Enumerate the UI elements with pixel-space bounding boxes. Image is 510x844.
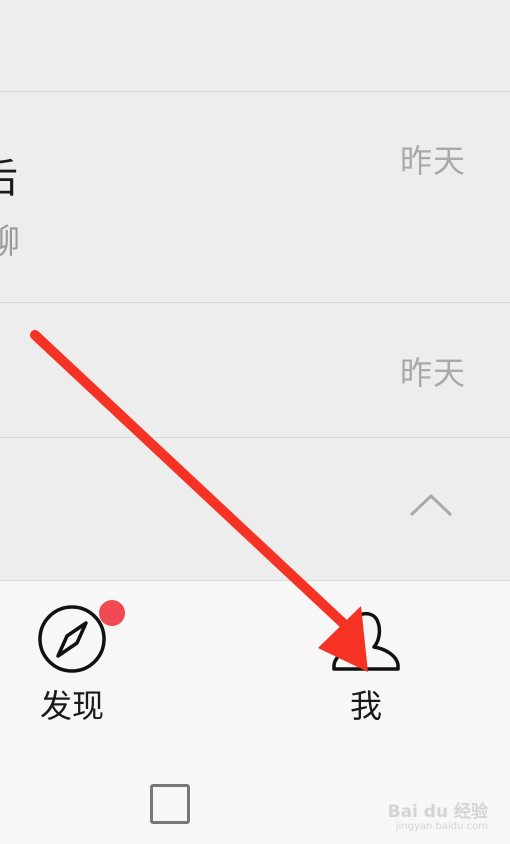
chat-item-title: 后 — [0, 146, 18, 204]
notification-badge-dot — [99, 600, 125, 626]
person-icon — [332, 611, 400, 671]
chat-item-preview: 聊 — [0, 222, 20, 262]
tab-discover-label: 发现 — [39, 687, 104, 725]
divider — [0, 437, 510, 438]
bottom-tab-bar: 发现 我 — [0, 580, 510, 730]
tab-me[interactable]: 我 — [296, 581, 436, 731]
chat-list: 后 聊 昨天 昨天 — [0, 0, 510, 580]
divider — [0, 91, 510, 92]
chevron-up-icon[interactable] — [408, 492, 454, 518]
tab-discover[interactable]: 发现 — [2, 581, 142, 731]
compass-icon — [38, 605, 106, 673]
chat-item-time: 昨天 — [399, 142, 466, 180]
tab-me-label: 我 — [349, 687, 382, 725]
divider — [0, 302, 510, 303]
watermark-text: Bai du 经验 — [387, 801, 488, 822]
baidu-watermark: Bai du 经验 jingyan.baidu.com — [387, 801, 488, 832]
recent-apps-icon[interactable] — [150, 784, 190, 824]
chat-item-time: 昨天 — [399, 354, 466, 392]
watermark-subtext: jingyan.baidu.com — [395, 820, 488, 832]
